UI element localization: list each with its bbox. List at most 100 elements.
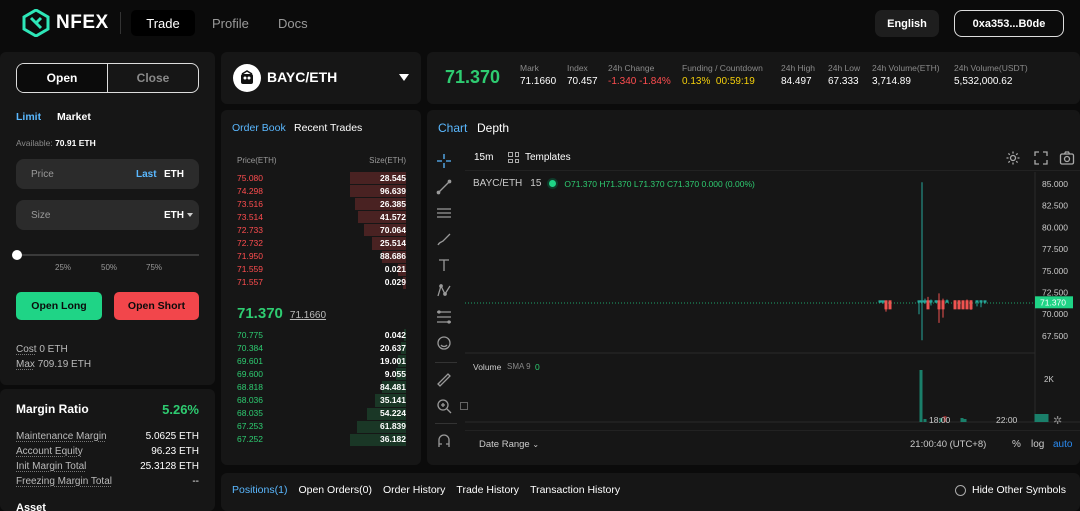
templates-button[interactable]: Templates (525, 152, 571, 163)
order-size: 35.141 (380, 395, 406, 406)
stat-value: 67.333 (828, 76, 859, 87)
max-label: Max (16, 359, 35, 370)
bid-row[interactable]: 69.600 9.055 (221, 367, 421, 381)
order-price: 68.818 (237, 381, 263, 392)
ask-row[interactable]: 74.298 96.639 (221, 184, 421, 198)
scale-percent[interactable]: % (1012, 439, 1021, 450)
slider-handle[interactable] (12, 250, 22, 260)
mid-mark-price[interactable]: 71.1660 (290, 310, 326, 321)
tab-order-history[interactable]: Order History (383, 484, 445, 496)
order-size: 41.572 (380, 211, 406, 222)
candle-body (937, 300, 941, 310)
brush-icon[interactable] (435, 230, 453, 248)
logo[interactable]: NFEX (22, 9, 109, 37)
ask-row[interactable]: 71.557 0.029 (221, 276, 421, 289)
size-placeholder: Size (31, 210, 51, 221)
tab-recent-trades[interactable]: Recent Trades (294, 122, 362, 134)
volume-bar (963, 419, 967, 422)
toolbar-divider (435, 423, 457, 424)
bid-row[interactable]: 70.775 0.042 (221, 328, 421, 342)
price-chart[interactable]: 85.000 82.500 80.000 77.500 75.000 72.500 70.0… (465, 172, 1080, 465)
date-range-button[interactable]: Date Range ⌄ (479, 439, 539, 450)
tab-chart[interactable]: Chart (438, 121, 467, 135)
chart-topbar: 15m Templates (465, 147, 1080, 171)
bid-row[interactable]: 69.601 19.001 (221, 354, 421, 368)
order-form-panel: Open Close Limit Market Available: 70.91… (0, 52, 215, 385)
scale-auto[interactable]: auto (1053, 439, 1072, 450)
magnet-icon[interactable] (435, 432, 453, 450)
text-icon[interactable] (435, 256, 453, 274)
bid-row[interactable]: 67.252 36.182 (221, 433, 421, 446)
volume-bar (923, 419, 927, 422)
price-input[interactable]: Price Last ETH (16, 159, 199, 189)
scale-log[interactable]: log (1031, 439, 1044, 450)
language-button[interactable]: English (875, 10, 939, 37)
tab-open-orders[interactable]: Open Orders(0) (298, 484, 372, 496)
size-unit-select[interactable]: ETH (164, 210, 184, 221)
pattern-icon[interactable] (435, 282, 453, 300)
ask-row[interactable]: 75.080 28.545 (221, 171, 421, 185)
nav-trade[interactable]: Trade (131, 10, 195, 36)
fullscreen-icon[interactable] (1033, 150, 1049, 171)
price-last-button[interactable]: Last (136, 169, 157, 180)
order-price: 69.601 (237, 355, 263, 366)
settings-gear-icon[interactable] (1005, 150, 1021, 171)
chevron-down-icon[interactable] (399, 74, 409, 81)
margin-row-label: Init Margin Total (16, 461, 87, 472)
tab-open[interactable]: Open (17, 64, 108, 92)
bid-row[interactable]: 68.036 35.141 (221, 393, 421, 407)
bid-row[interactable]: 67.253 61.839 (221, 420, 421, 433)
order-type-market[interactable]: Market (57, 111, 91, 123)
open-long-button[interactable]: Open Long (16, 292, 102, 320)
ask-row[interactable]: 72.732 25.514 (221, 236, 421, 250)
available-balance: Available: 70.91 ETH (16, 138, 96, 148)
hide-other-symbols-label: Hide Other Symbols (972, 484, 1066, 496)
volume-bar (919, 370, 923, 422)
margin-rows: Maintenance Margin 5.0625 ETH Account Equ… (16, 429, 199, 489)
tab-order-book[interactable]: Order Book (232, 122, 286, 134)
size-input[interactable]: Size ETH (16, 200, 199, 230)
bid-row[interactable]: 68.818 84.481 (221, 380, 421, 394)
open-short-button[interactable]: Open Short (114, 292, 199, 320)
nav-profile[interactable]: Profile (212, 16, 249, 31)
margin-row-label: Freezing Margin Total (16, 476, 112, 487)
emoji-icon[interactable] (435, 334, 453, 352)
tab-trade-history[interactable]: Trade History (456, 484, 519, 496)
margin-row: Maintenance Margin 5.0625 ETH (16, 429, 199, 444)
bid-row[interactable]: 68.035 54.224 (221, 407, 421, 420)
fib-icon[interactable] (435, 308, 453, 326)
camera-icon[interactable] (1059, 150, 1075, 171)
size-slider[interactable] (12, 250, 199, 260)
horizontal-lines-icon[interactable] (435, 204, 453, 222)
slider-mark-75[interactable]: 75% (146, 263, 162, 272)
order-size: 88.686 (380, 251, 406, 262)
trend-line-icon[interactable] (435, 178, 453, 196)
templates-icon[interactable] (508, 152, 519, 163)
order-price: 68.036 (237, 395, 263, 406)
ask-row[interactable]: 72.733 70.064 (221, 223, 421, 237)
bid-row[interactable]: 70.384 20.637 (221, 341, 421, 355)
radio-icon[interactable] (955, 484, 966, 496)
ask-row[interactable]: 71.950 88.686 (221, 250, 421, 263)
crosshair-icon[interactable] (435, 152, 453, 170)
tab-close[interactable]: Close (108, 64, 198, 92)
tab-depth[interactable]: Depth (477, 121, 509, 135)
slider-mark-50[interactable]: 50% (101, 263, 117, 272)
ask-row[interactable]: 73.516 26.385 (221, 197, 421, 211)
ruler-icon[interactable] (435, 371, 453, 389)
zoom-in-icon[interactable] (435, 397, 453, 415)
time-tick-22: 22:00 (996, 415, 1018, 425)
slider-mark-25[interactable]: 25% (55, 263, 71, 272)
wallet-button[interactable]: 0xa353...B0de (954, 10, 1064, 37)
pair-selector[interactable]: BAYC/ETH (221, 52, 421, 104)
axis-settings-icon[interactable]: ✲ (1053, 414, 1062, 427)
ask-row[interactable]: 71.559 0.021 (221, 263, 421, 276)
collapse-icon[interactable] (460, 402, 468, 410)
tab-positions[interactable]: Positions(1) (232, 484, 287, 496)
order-type-limit[interactable]: Limit (16, 111, 41, 123)
nav-docs[interactable]: Docs (278, 16, 308, 31)
interval-button[interactable]: 15m (474, 152, 493, 163)
hide-other-symbols-toggle[interactable]: Hide Other Symbols (955, 484, 1066, 496)
ask-row[interactable]: 73.514 41.572 (221, 210, 421, 224)
tab-transaction-history[interactable]: Transaction History (530, 484, 620, 496)
